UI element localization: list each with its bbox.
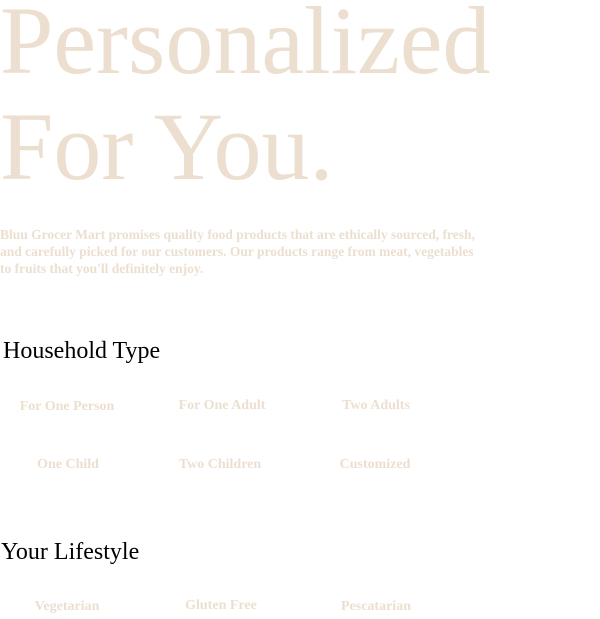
household-option-for-one-person[interactable]: For One Person — [0, 395, 137, 419]
household-option-for-one-adult[interactable]: For One Adult — [152, 394, 292, 418]
household-option-two-adults[interactable]: Two Adults — [306, 394, 446, 418]
household-option-customized[interactable]: Customized — [305, 453, 445, 477]
lifestyle-option-gluten-free[interactable]: Gluten Free — [151, 594, 291, 618]
intro-paragraph: Bluu Grocer Mart promises quality food p… — [0, 227, 475, 276]
hero-title: Personalized For You. — [0, 0, 491, 200]
hero-title-line-2: For You. — [0, 93, 334, 200]
household-type-heading: Household Type — [3, 338, 161, 364]
hero-title-line-1: Personalized — [0, 0, 491, 94]
your-lifestyle-heading: Your Lifestyle — [1, 539, 140, 565]
lifestyle-option-pescatarian[interactable]: Pescatarian — [306, 595, 446, 619]
household-option-one-child[interactable]: One Child — [0, 453, 138, 477]
lifestyle-option-vegetarian[interactable]: Vegetarian — [0, 595, 137, 619]
household-option-two-children[interactable]: Two Children — [150, 453, 290, 477]
